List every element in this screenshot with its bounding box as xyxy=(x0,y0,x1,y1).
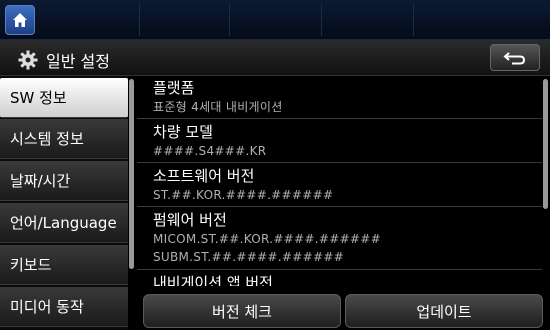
info-value: MICOM.ST.##.KOR.####.###### xyxy=(153,232,381,246)
title-bar: 일반 설정 xyxy=(0,40,550,76)
sidebar-item-language[interactable]: 언어/Language xyxy=(0,203,128,243)
info-label: 내비게이션 앱 버전 xyxy=(153,274,273,286)
page-title-group: 일반 설정 xyxy=(18,48,110,72)
info-row-platform: 플랫폼 표준형 4세대 내비게이션 xyxy=(137,76,542,119)
sidebar-item-keyboard[interactable]: 키보드 xyxy=(0,245,128,285)
sw-info-panel: 플랫폼 표준형 4세대 내비게이션 차량 모델 ####.S4###.KR 소프… xyxy=(137,76,542,286)
update-button[interactable]: 업데이트 xyxy=(345,294,543,328)
info-value: ST.##.KOR.####.###### xyxy=(153,188,334,202)
page-title: 일반 설정 xyxy=(46,52,110,71)
back-arrow-icon xyxy=(503,51,526,64)
info-value: ####.S4###.KR xyxy=(153,144,267,158)
action-bar: 버전 체크 업데이트 xyxy=(137,286,550,330)
gear-icon xyxy=(18,50,38,70)
top-status-bar xyxy=(0,0,550,40)
info-label: 플랫폼 xyxy=(153,79,195,97)
info-label: 차량 모델 xyxy=(153,123,213,141)
home-icon xyxy=(13,13,27,27)
content-scrollbar[interactable] xyxy=(543,79,548,209)
info-value: SUBM.ST.##.####.###### xyxy=(153,250,345,264)
home-button[interactable] xyxy=(5,5,35,35)
info-label: 소프트웨어 버전 xyxy=(153,167,255,185)
version-check-button[interactable]: 버전 체크 xyxy=(143,294,341,328)
back-button[interactable] xyxy=(490,44,540,71)
info-row-vehicle-model: 차량 모델 ####.S4###.KR xyxy=(137,120,542,163)
top-bar-divider xyxy=(139,4,140,36)
sidebar-item-media[interactable]: 미디어 동작 xyxy=(0,287,128,327)
info-row-firmware-version: 펌웨어 버전 MICOM.ST.##.KOR.####.###### SUBM.… xyxy=(137,208,542,270)
info-row-software-version: 소프트웨어 버전 ST.##.KOR.####.###### xyxy=(137,164,542,207)
sidebar-menu: SW 정보 시스템 정보 날짜/시간 언어/Language 키보드 미디어 동… xyxy=(0,76,128,330)
sidebar-scrollbar[interactable] xyxy=(129,79,134,269)
info-value: 표준형 4세대 내비게이션 xyxy=(153,100,283,114)
top-bar-divider xyxy=(413,4,414,36)
sidebar-item-system-info[interactable]: 시스템 정보 xyxy=(0,119,128,159)
sidebar-item-sw-info[interactable]: SW 정보 xyxy=(0,78,128,118)
top-bar-divider xyxy=(229,4,230,36)
sidebar-item-date-time[interactable]: 날짜/시간 xyxy=(0,161,128,201)
info-label: 펌웨어 버전 xyxy=(153,211,227,229)
top-bar-divider xyxy=(321,4,322,36)
info-row-nav-app-version: 내비게이션 앱 버전 xyxy=(137,271,542,286)
